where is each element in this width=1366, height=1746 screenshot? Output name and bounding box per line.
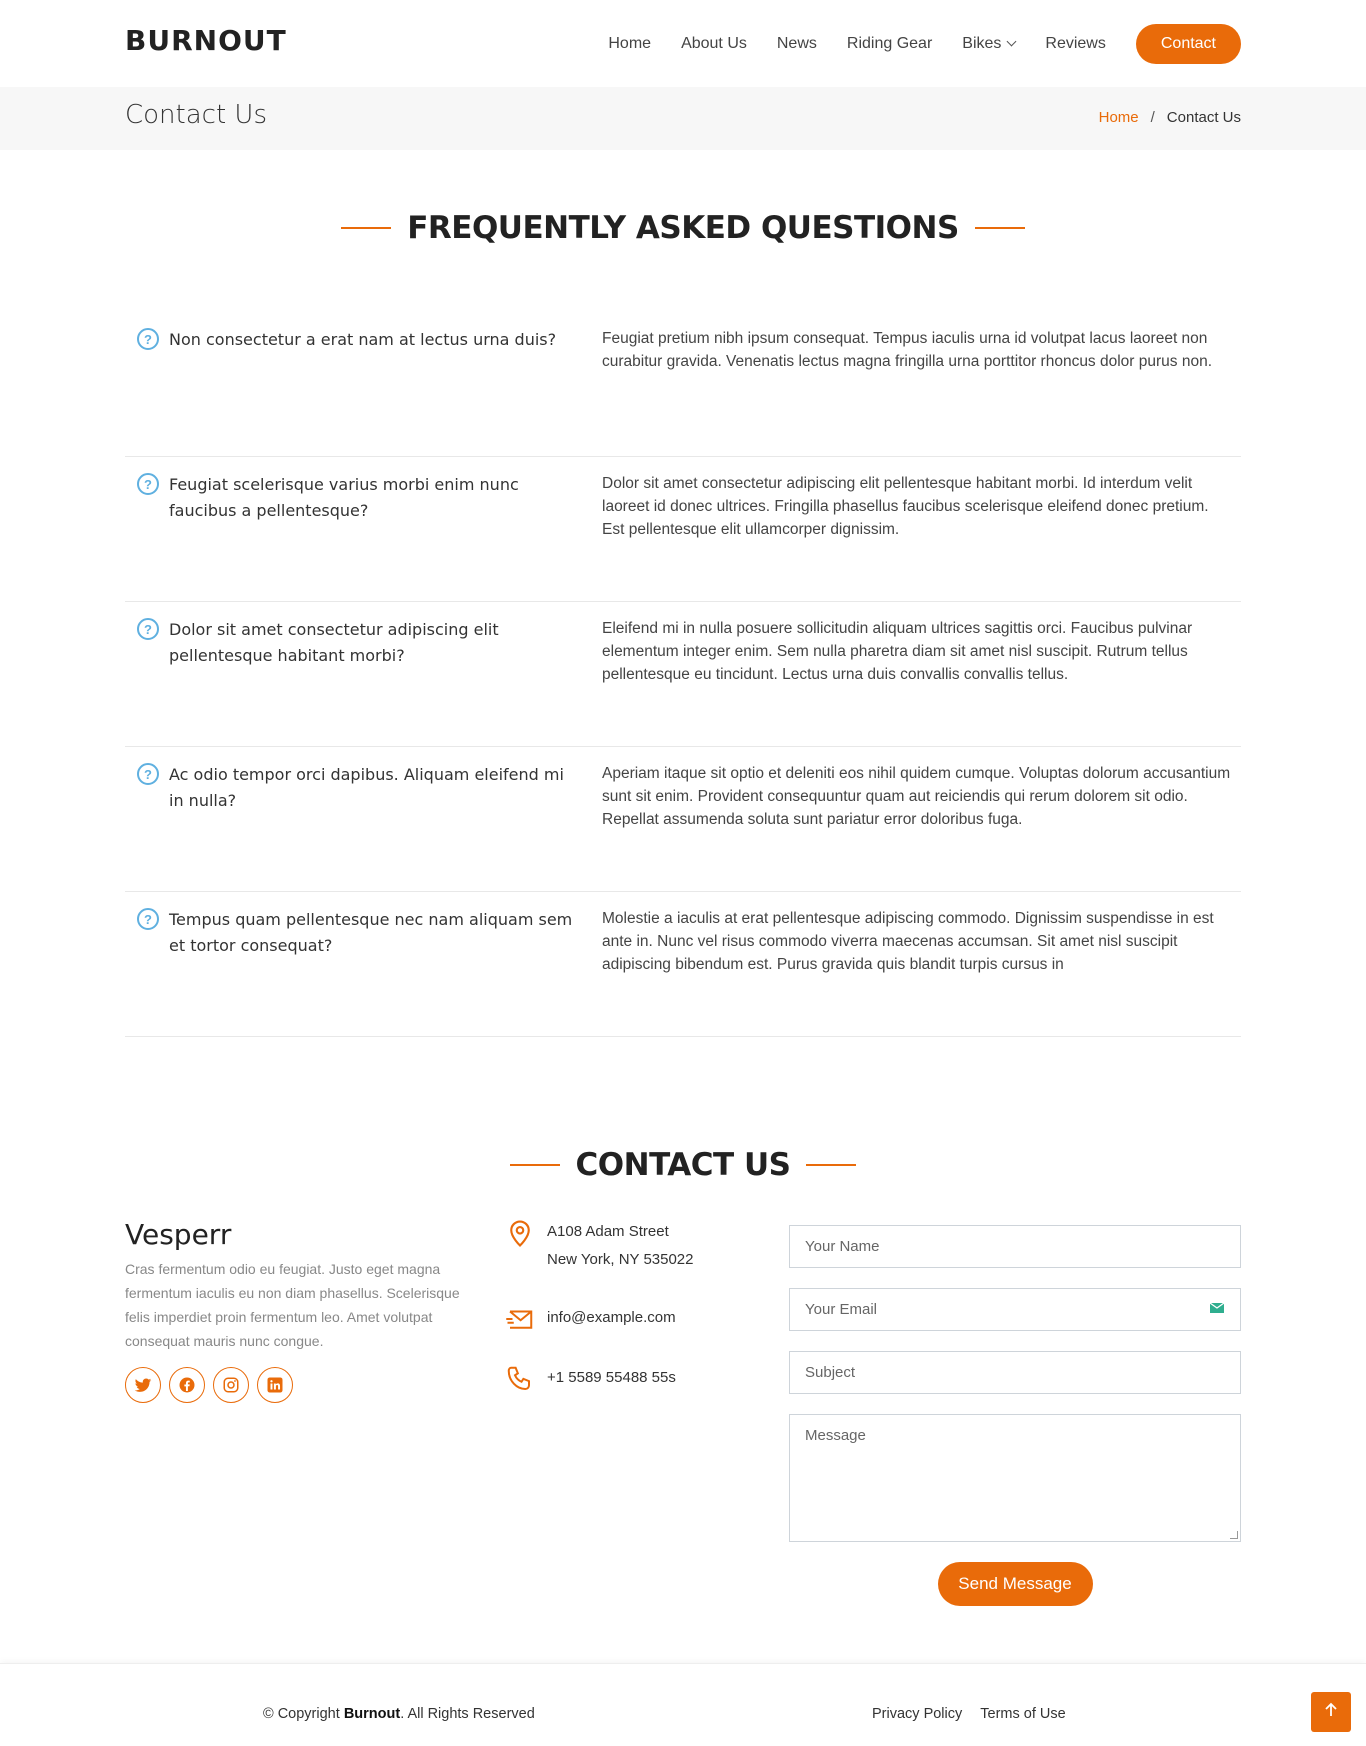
faq-item: ? Feugiat scelerisque varius morbi enim n… xyxy=(125,457,1241,602)
company-description: Cras fermentum odio eu feugiat. Justo eg… xyxy=(125,1261,460,1349)
instagram-icon[interactable] xyxy=(213,1367,249,1403)
faq-question-text: Non consectetur a erat nam at lectus urn… xyxy=(169,330,557,349)
twitter-icon[interactable] xyxy=(125,1367,161,1403)
question-icon: ? xyxy=(137,328,159,350)
faq-item: ? Ac odio tempor orci dapibus. Aliquam el… xyxy=(125,747,1241,892)
site-logo[interactable]: BURNOUT xyxy=(125,24,287,57)
nav-riding-gear[interactable]: Riding Gear xyxy=(847,35,932,53)
faq-answer: Aperiam itaque sit optio et deleniti eos… xyxy=(602,765,1231,828)
faq-question[interactable]: ? Non consectetur a erat nam at lectus ur… xyxy=(137,327,577,353)
contact-details: A108 Adam Street New York, NY 535022 inf… xyxy=(505,1218,755,1424)
breadcrumb: Home / Contact Us xyxy=(1099,109,1241,126)
faq-heading: FREQUENTLY ASKED QUESTIONS xyxy=(407,210,959,246)
facebook-icon[interactable] xyxy=(169,1367,205,1403)
nav-bikes-label: Bikes xyxy=(962,35,1002,52)
site-header: BURNOUT Home About Us News Riding Gear B… xyxy=(0,0,1366,87)
breadcrumb-separator: / xyxy=(1150,109,1155,126)
name-field[interactable]: Your Name xyxy=(789,1225,1241,1268)
phone-icon xyxy=(505,1364,535,1394)
faq-answer: Dolor sit amet consectetur adipiscing el… xyxy=(602,475,1209,538)
faq-question-text: Feugiat scelerisque varius morbi enim nu… xyxy=(169,475,519,520)
copyright-prefix: © Copyright xyxy=(263,1706,340,1722)
nav-reviews[interactable]: Reviews xyxy=(1045,35,1105,53)
faq-item: ? Dolor sit amet consectetur adipiscing e… xyxy=(125,602,1241,747)
faq-item: ? Non consectetur a erat nam at lectus ur… xyxy=(125,312,1241,457)
envelope-icon xyxy=(505,1304,535,1334)
address-line-1: A108 Adam Street xyxy=(547,1223,669,1240)
breadcrumb-home-link[interactable]: Home xyxy=(1099,109,1139,126)
email-row: info@example.com xyxy=(505,1304,755,1334)
chevron-down-icon xyxy=(1006,36,1017,47)
faq-question-text: Dolor sit amet consectetur adipiscing el… xyxy=(169,620,499,665)
footer-links: Privacy Policy Terms of Use xyxy=(872,1706,1084,1722)
title-line-left xyxy=(509,1164,560,1166)
faq-answer: Feugiat pretium nibh ipsum consequat. Te… xyxy=(602,330,1213,370)
nav-home[interactable]: Home xyxy=(608,35,651,53)
faq-item: ? Tempus quam pellentesque nec nam aliqua… xyxy=(125,892,1241,1037)
social-links xyxy=(125,1367,485,1403)
name-placeholder: Your Name xyxy=(805,1238,880,1255)
autofill-envelope-icon[interactable] xyxy=(1209,1301,1225,1319)
question-icon: ? xyxy=(137,618,159,640)
question-icon: ? xyxy=(137,473,159,495)
phone-text[interactable]: +1 5589 55488 55s xyxy=(547,1364,676,1392)
title-line-right xyxy=(806,1164,857,1166)
title-line-left xyxy=(341,227,392,229)
resize-handle[interactable] xyxy=(1230,1531,1238,1539)
faq-question[interactable]: ? Tempus quam pellentesque nec nam aliqua… xyxy=(137,907,577,959)
privacy-policy-link[interactable]: Privacy Policy xyxy=(872,1706,962,1722)
message-placeholder: Message xyxy=(805,1427,866,1444)
subject-placeholder: Subject xyxy=(805,1364,856,1381)
breadcrumb-current: Contact Us xyxy=(1166,109,1241,126)
main-nav: Home About Us News Riding Gear Bikes Rev… xyxy=(578,24,1241,64)
nav-news[interactable]: News xyxy=(777,35,817,53)
title-line-right xyxy=(974,227,1025,229)
faq-answer: Molestie a iaculis at erat pellentesque … xyxy=(602,910,1214,973)
address-row: A108 Adam Street New York, NY 535022 xyxy=(505,1218,755,1274)
company-info: Vesperr Cras fermentum odio eu feugiat. … xyxy=(125,1218,485,1403)
faq-question[interactable]: ? Ac odio tempor orci dapibus. Aliquam el… xyxy=(137,762,577,814)
faq-question[interactable]: ? Feugiat scelerisque varius morbi enim n… xyxy=(137,472,577,524)
site-footer: © Copyright Burnout. All Rights Reserved… xyxy=(0,1663,1366,1746)
faq-list: ? Non consectetur a erat nam at lectus ur… xyxy=(125,312,1241,1037)
map-pin-icon xyxy=(505,1218,535,1248)
email-field[interactable]: Your Email xyxy=(789,1288,1241,1331)
address-line-2: New York, NY 535022 xyxy=(547,1251,694,1268)
back-to-top-button[interactable] xyxy=(1311,1692,1351,1732)
contact-heading: CONTACT US xyxy=(575,1147,791,1183)
nav-about-us[interactable]: About Us xyxy=(681,35,747,53)
nav-bikes[interactable]: Bikes xyxy=(962,35,1017,53)
copyright-suffix: . All Rights Reserved xyxy=(400,1706,535,1722)
question-icon: ? xyxy=(137,763,159,785)
faq-section-title: FREQUENTLY ASKED QUESTIONS xyxy=(0,210,1366,246)
contact-button[interactable]: Contact xyxy=(1135,24,1241,64)
arrow-up-icon xyxy=(1323,1702,1339,1723)
contact-section-title: CONTACT US xyxy=(0,1147,1366,1183)
faq-question[interactable]: ? Dolor sit amet consectetur adipiscing e… xyxy=(137,617,577,669)
linkedin-icon[interactable] xyxy=(257,1367,293,1403)
address-text: A108 Adam Street New York, NY 535022 xyxy=(547,1218,694,1274)
subject-field[interactable]: Subject xyxy=(789,1351,1241,1394)
question-icon: ? xyxy=(137,908,159,930)
faq-question-text: Ac odio tempor orci dapibus. Aliquam ele… xyxy=(169,765,564,810)
copyright: © Copyright Burnout. All Rights Reserved xyxy=(263,1706,535,1722)
faq-question-text: Tempus quam pellentesque nec nam aliquam… xyxy=(169,910,573,955)
company-name: Vesperr xyxy=(125,1218,232,1251)
faq-answer: Eleifend mi in nulla posuere sollicitudi… xyxy=(602,620,1193,683)
email-placeholder: Your Email xyxy=(805,1301,877,1318)
breadcrumb-bar: Contact Us Home / Contact Us xyxy=(0,87,1366,150)
email-text[interactable]: info@example.com xyxy=(547,1304,676,1332)
send-message-button[interactable]: Send Message xyxy=(937,1562,1093,1606)
page-title: Contact Us xyxy=(125,100,267,130)
terms-of-use-link[interactable]: Terms of Use xyxy=(980,1706,1065,1722)
message-field[interactable]: Message xyxy=(789,1414,1241,1542)
phone-row: +1 5589 55488 55s xyxy=(505,1364,755,1394)
copyright-brand: Burnout xyxy=(343,1706,401,1722)
contact-form: Your Name Your Email Subject Message Sen… xyxy=(789,1225,1241,1606)
